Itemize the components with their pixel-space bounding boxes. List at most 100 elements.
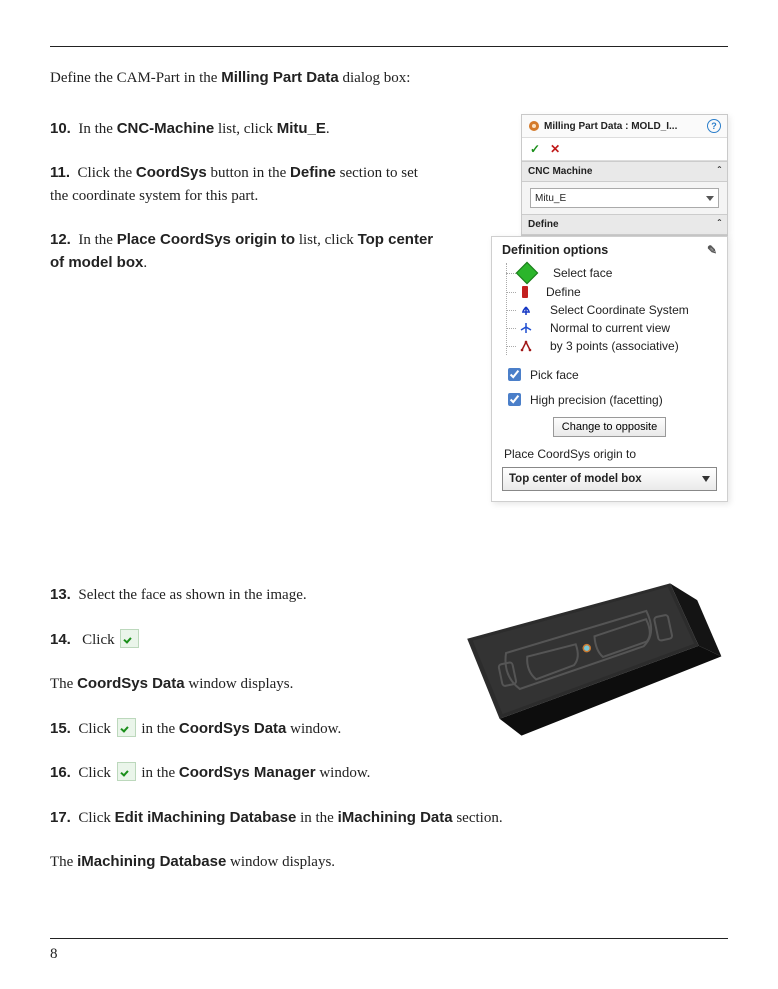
panel-header: Definition options ✎ (492, 237, 727, 261)
tree-node-3points[interactable]: by 3 points (associative) (507, 337, 717, 355)
bold: iMachining Database (77, 853, 226, 870)
text: The (50, 676, 77, 692)
text: section. (453, 810, 503, 826)
text: Click (78, 765, 114, 781)
checkbox-label: Pick face (530, 368, 579, 382)
text: in the (138, 721, 179, 737)
edit-icon[interactable]: ✎ (707, 243, 717, 257)
step-17-result: The iMachining Database window displays. (50, 851, 728, 874)
checkbox-input[interactable] (508, 393, 521, 406)
node-label: Define (534, 285, 581, 299)
tree-node-select-cs[interactable]: Select Coordinate System (507, 301, 717, 319)
panel-title: Definition options (502, 243, 608, 257)
step-12: 12. In the Place CoordSys origin to list… (50, 229, 450, 274)
page: Define the CAM-Part in the Milling Part … (0, 0, 778, 989)
node-label: by 3 points (associative) (538, 339, 679, 353)
text: list, click (295, 232, 358, 248)
rule-top (50, 46, 728, 47)
bold: Define (290, 164, 336, 181)
place-origin-label: Place CoordSys origin to (504, 447, 715, 461)
text: window. (316, 765, 371, 781)
step-15: 15. Click in the CoordSys Data window. (50, 718, 410, 741)
text: In the (78, 232, 116, 248)
text: Click (78, 721, 114, 737)
text: . (326, 121, 330, 137)
tree-node-normal-view[interactable]: Normal to current view (507, 319, 717, 337)
bold: CNC-Machine (117, 120, 215, 137)
bold: CoordSys (136, 164, 207, 181)
section-label: CNC Machine (528, 166, 592, 177)
ok-icon[interactable] (120, 629, 139, 648)
bold: Milling Part Data (221, 69, 339, 86)
rule-bottom (50, 938, 728, 939)
confirm-row: ✓ ✕ (522, 138, 727, 161)
tree-node-define[interactable]: Define (507, 283, 717, 301)
panel-definition-options: Definition options ✎ Select face Define … (491, 236, 728, 502)
chevron-down-icon (702, 476, 710, 482)
ok-icon[interactable] (117, 762, 136, 781)
step-number: 15. (50, 720, 71, 737)
text: Click the (78, 165, 136, 181)
chevron-up-icon: ˆ (718, 166, 721, 177)
bold: Edit iMachining Database (115, 809, 297, 826)
view-icon (520, 322, 532, 334)
step-number: 13. (50, 586, 71, 603)
page-number: 8 (50, 946, 58, 963)
cnc-machine-dropdown[interactable]: Mitu_E (530, 188, 719, 208)
step-number: 12. (50, 231, 71, 248)
dropdown-value: Mitu_E (535, 193, 566, 204)
step-number: 14. (50, 631, 71, 648)
node-label: Select Coordinate System (538, 303, 689, 317)
place-origin-dropdown[interactable]: Top center of model box (502, 467, 717, 491)
coordsys-icon (520, 304, 532, 316)
text: window displays. (185, 676, 294, 692)
text: window. (286, 721, 341, 737)
text: window displays. (226, 854, 335, 870)
bold: Place CoordSys origin to (117, 231, 295, 248)
node-label: Select face (541, 266, 612, 280)
text: Select the face as shown in the image. (78, 587, 306, 603)
points-icon (520, 340, 532, 352)
text: Click (78, 810, 114, 826)
panel-milling-part-data: Milling Part Data : MOLD_I... ? ✓ ✕ CNC … (521, 114, 728, 236)
section-label: Define (528, 219, 559, 230)
step-11: 11. Click the CoordSys button in the Def… (50, 162, 430, 207)
text: Define the CAM-Part in the (50, 70, 221, 86)
section-define[interactable]: Define ˆ (522, 214, 727, 235)
text: . (143, 255, 147, 271)
axis-icon (522, 286, 528, 298)
step-14-result: The CoordSys Data window displays. (50, 673, 410, 696)
close-icon[interactable]: ✕ (550, 142, 560, 156)
step-number: 11. (50, 164, 70, 181)
text: in the (138, 765, 179, 781)
dropdown-value: Top center of model box (509, 473, 642, 485)
chevron-down-icon (706, 196, 714, 201)
change-to-opposite-button[interactable]: Change to opposite (553, 417, 666, 437)
checkbox-high-precision[interactable]: High precision (facetting) (504, 390, 715, 409)
text: button in the (207, 165, 290, 181)
step-10: 10. In the CNC-Machine list, click Mitu_… (50, 118, 430, 141)
step-16: 16. Click in the CoordSys Manager window… (50, 762, 410, 785)
step-13: 13. Select the face as shown in the imag… (50, 584, 410, 607)
panel-title: Milling Part Data : MOLD_I... (544, 121, 703, 132)
tree-node-select-face[interactable]: Select face (507, 263, 717, 283)
help-icon[interactable]: ? (707, 119, 721, 133)
step-number: 16. (50, 764, 71, 781)
node-label: Normal to current view (538, 321, 670, 335)
text: The (50, 854, 77, 870)
bold: Mitu_E (277, 120, 326, 137)
panel-titlebar: Milling Part Data : MOLD_I... ? (522, 115, 727, 138)
bold: iMachining Data (338, 809, 453, 826)
checkbox-pick-face[interactable]: Pick face (504, 365, 715, 384)
options-tree: Select face Define Select Coordinate Sys… (506, 263, 717, 355)
section-cnc-machine[interactable]: CNC Machine ˆ (522, 161, 727, 182)
ok-icon[interactable]: ✓ (530, 142, 540, 156)
step-14: 14. Click (50, 629, 410, 652)
text: Click (82, 632, 118, 648)
checkbox-input[interactable] (508, 368, 521, 381)
text: in the (296, 810, 337, 826)
bold: CoordSys Data (179, 720, 287, 737)
ok-icon[interactable] (117, 718, 136, 737)
diamond-icon (516, 262, 539, 285)
text: dialog box: (339, 70, 411, 86)
